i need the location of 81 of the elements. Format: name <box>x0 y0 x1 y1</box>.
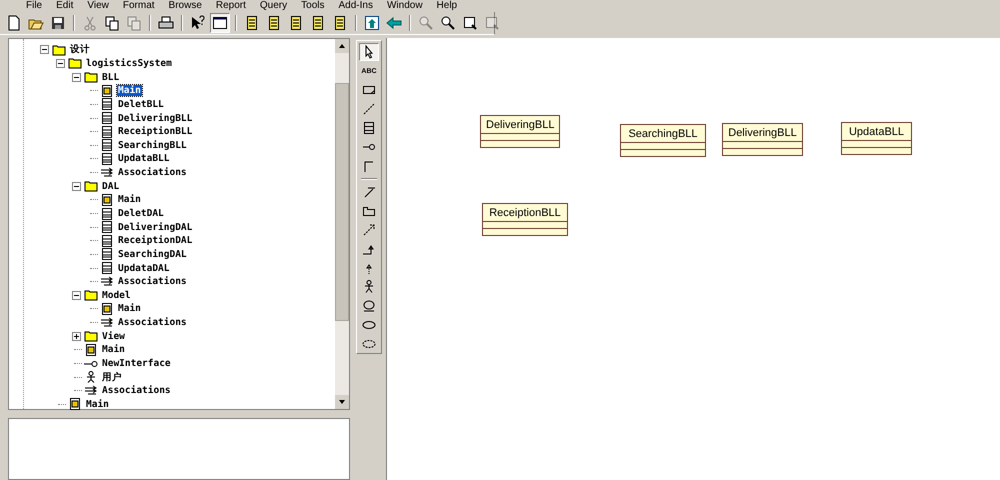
tree-item-label[interactable]: logisticsSystem <box>85 58 173 69</box>
class-icon <box>100 152 114 165</box>
tree-item-label[interactable]: UpdataDAL <box>117 262 170 274</box>
tree-item-label[interactable]: Associations <box>117 167 188 178</box>
tree-item-label[interactable]: DeletBLL <box>117 98 165 110</box>
class-icon <box>100 112 114 124</box>
folder-icon <box>68 57 82 70</box>
window-icon[interactable] <box>210 13 230 33</box>
folder-icon <box>84 180 98 192</box>
tree-item-label[interactable]: ReceiptionBLL <box>117 126 194 138</box>
tree-item-label[interactable]: Model <box>101 290 132 301</box>
tree-item-label[interactable]: BLL <box>101 72 120 83</box>
class-name: UpdataBLL <box>848 125 906 140</box>
folder-icon <box>52 44 66 56</box>
tree-item-label[interactable]: 用户 <box>101 370 123 384</box>
expand-toggle[interactable] <box>56 58 64 68</box>
tree-item-label[interactable]: Main <box>117 303 142 314</box>
tree-item-label[interactable]: UpdataBLL <box>117 153 170 164</box>
tree-item-label[interactable]: Main <box>101 344 126 356</box>
menu-item[interactable]: Edit <box>56 0 74 12</box>
documentation-pane[interactable] <box>8 418 350 480</box>
class-name: SearchingBLL <box>627 127 699 142</box>
tree-item-label[interactable]: 设计 <box>69 43 91 56</box>
folder-icon <box>84 289 98 302</box>
class-icon <box>100 234 114 247</box>
expand-toggle[interactable] <box>72 182 80 191</box>
expand-toggle[interactable] <box>72 290 80 300</box>
class-name: ReceiptionBLL <box>488 206 562 221</box>
folder-icon <box>84 330 98 342</box>
scroll-up-icon[interactable] <box>335 39 349 53</box>
tree-item-label[interactable]: DAL <box>101 180 120 192</box>
folder-icon <box>84 71 98 84</box>
diagram-icon <box>100 84 114 97</box>
class-icon <box>100 208 114 220</box>
menu-item[interactable]: Report <box>216 0 246 12</box>
class-icon <box>100 98 114 110</box>
diagram-icon <box>100 302 114 315</box>
expand-toggle[interactable] <box>40 45 48 54</box>
class-icon <box>100 262 114 274</box>
diagram-icon <box>84 344 98 356</box>
class-icon <box>100 248 114 260</box>
class-name: DeliveringBLL <box>727 126 798 141</box>
menu-item[interactable]: Add-Ins <box>338 0 373 12</box>
diagram-icon <box>100 194 114 206</box>
class-icon <box>100 139 114 152</box>
up-arrow-icon[interactable] <box>362 13 382 33</box>
tree-item-label[interactable]: NewInterface <box>101 358 172 370</box>
tree-item-label[interactable]: SearchingBLL <box>117 140 188 151</box>
tree-item-label[interactable]: ReceiptionDAL <box>117 235 194 246</box>
arrows-icon <box>100 166 114 179</box>
tree-item-label[interactable]: Associations <box>117 276 188 288</box>
pointer-tool-icon[interactable] <box>359 43 379 61</box>
tree-item-label[interactable]: DeliveringDAL <box>117 222 194 233</box>
tree-item-label[interactable]: View <box>101 330 126 342</box>
expand-toggle[interactable] <box>72 332 80 341</box>
menu-item[interactable]: Query <box>260 0 288 12</box>
stick-figure-icon <box>84 371 98 384</box>
tree-item-label[interactable]: Main <box>85 398 110 410</box>
menu-item[interactable]: Window <box>386 0 423 12</box>
tree-item-label[interactable]: Associations <box>117 317 188 328</box>
menu-item[interactable]: Format <box>122 0 155 12</box>
menu-item[interactable]: File <box>26 0 42 12</box>
expand-toggle[interactable] <box>72 72 80 82</box>
menu-item[interactable]: View <box>87 0 109 12</box>
tree-item-label[interactable]: Main <box>117 194 142 206</box>
arrows-icon <box>100 276 114 288</box>
class-icon <box>100 221 114 234</box>
tree-item-label[interactable]: SearchingDAL <box>117 248 188 260</box>
scrollbar-thumb[interactable] <box>335 83 349 321</box>
tree-item-label[interactable]: Main <box>117 85 142 96</box>
menu-item[interactable]: Tools <box>301 0 324 12</box>
arrows-icon <box>100 316 114 329</box>
tree-item-label[interactable]: Associations <box>101 385 172 396</box>
scroll-down-icon[interactable] <box>335 395 349 409</box>
tree-item-label[interactable]: DeliveringBLL <box>117 112 194 124</box>
menu-item[interactable]: Help <box>436 0 458 12</box>
class-icon <box>100 126 114 138</box>
class-name: DeliveringBLL <box>485 118 556 133</box>
arrows-icon <box>84 384 98 397</box>
menu-item[interactable]: Browse <box>168 0 202 12</box>
tree-item-label[interactable]: DeletDAL <box>117 208 165 219</box>
